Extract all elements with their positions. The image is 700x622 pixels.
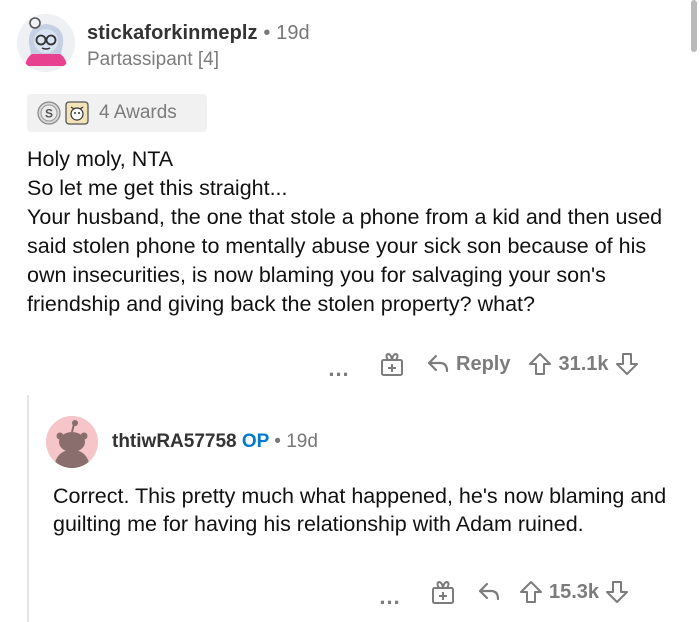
reply-time: 19d	[286, 431, 318, 452]
vote-controls: 15.3k	[519, 580, 629, 604]
reply-body: Correct. This pretty much what happened,…	[53, 482, 683, 538]
more-options-button[interactable]: ...	[377, 582, 403, 608]
upvote-icon[interactable]	[519, 580, 543, 604]
gift-icon[interactable]	[378, 350, 406, 378]
reply-button[interactable]: Reply	[426, 353, 510, 376]
reply-text: Correct. This pretty much what happened,…	[53, 484, 667, 536]
downvote-icon[interactable]	[605, 580, 629, 604]
avatar-icon	[17, 14, 75, 72]
svg-text:S: S	[45, 107, 53, 121]
more-options-button[interactable]: ...	[326, 354, 352, 380]
reply-arrow-icon	[427, 354, 449, 373]
op-badge: OP	[241, 431, 269, 452]
reply-arrow-icon	[478, 582, 500, 601]
reply-label: Reply	[456, 352, 511, 375]
awards-label: 4 Awards	[99, 102, 177, 123]
avatar-icon	[46, 416, 98, 468]
awards-badge[interactable]: S 4 Awards	[27, 94, 207, 132]
reply-actions: ... 15.3k	[377, 578, 629, 608]
thread-line[interactable]	[27, 395, 29, 622]
comment-line: Holy moly, NTA	[27, 147, 174, 171]
comment-actions: ... Reply 31.1k	[326, 350, 639, 380]
vote-score: 31.1k	[558, 352, 609, 375]
reply-button[interactable]	[477, 581, 501, 603]
user-avatar[interactable]	[17, 14, 75, 72]
comment-time: 19d	[276, 22, 310, 44]
vote-score: 15.3k	[549, 580, 600, 603]
comment-body: Holy moly, NTA So let me get this straig…	[27, 145, 677, 319]
user-flair: Partassipant [4]	[87, 49, 220, 70]
helpful-award-icon	[65, 101, 89, 125]
comment-username[interactable]: stickaforkinmeplz • 19d	[87, 22, 310, 45]
downvote-icon[interactable]	[615, 352, 639, 376]
scrollbar[interactable]	[691, 0, 697, 52]
comment-line: Your husband, the one that stole a phone…	[27, 205, 663, 316]
comment-line: So let me get this straight...	[27, 176, 288, 200]
reply-user-avatar[interactable]	[46, 416, 98, 468]
vote-controls: 31.1k	[528, 352, 638, 376]
upvote-icon[interactable]	[528, 352, 552, 376]
silver-award-icon: S	[37, 101, 61, 125]
gift-icon[interactable]	[429, 578, 457, 606]
reply-username[interactable]: thtiwRA57758 OP • 19d	[112, 431, 318, 453]
